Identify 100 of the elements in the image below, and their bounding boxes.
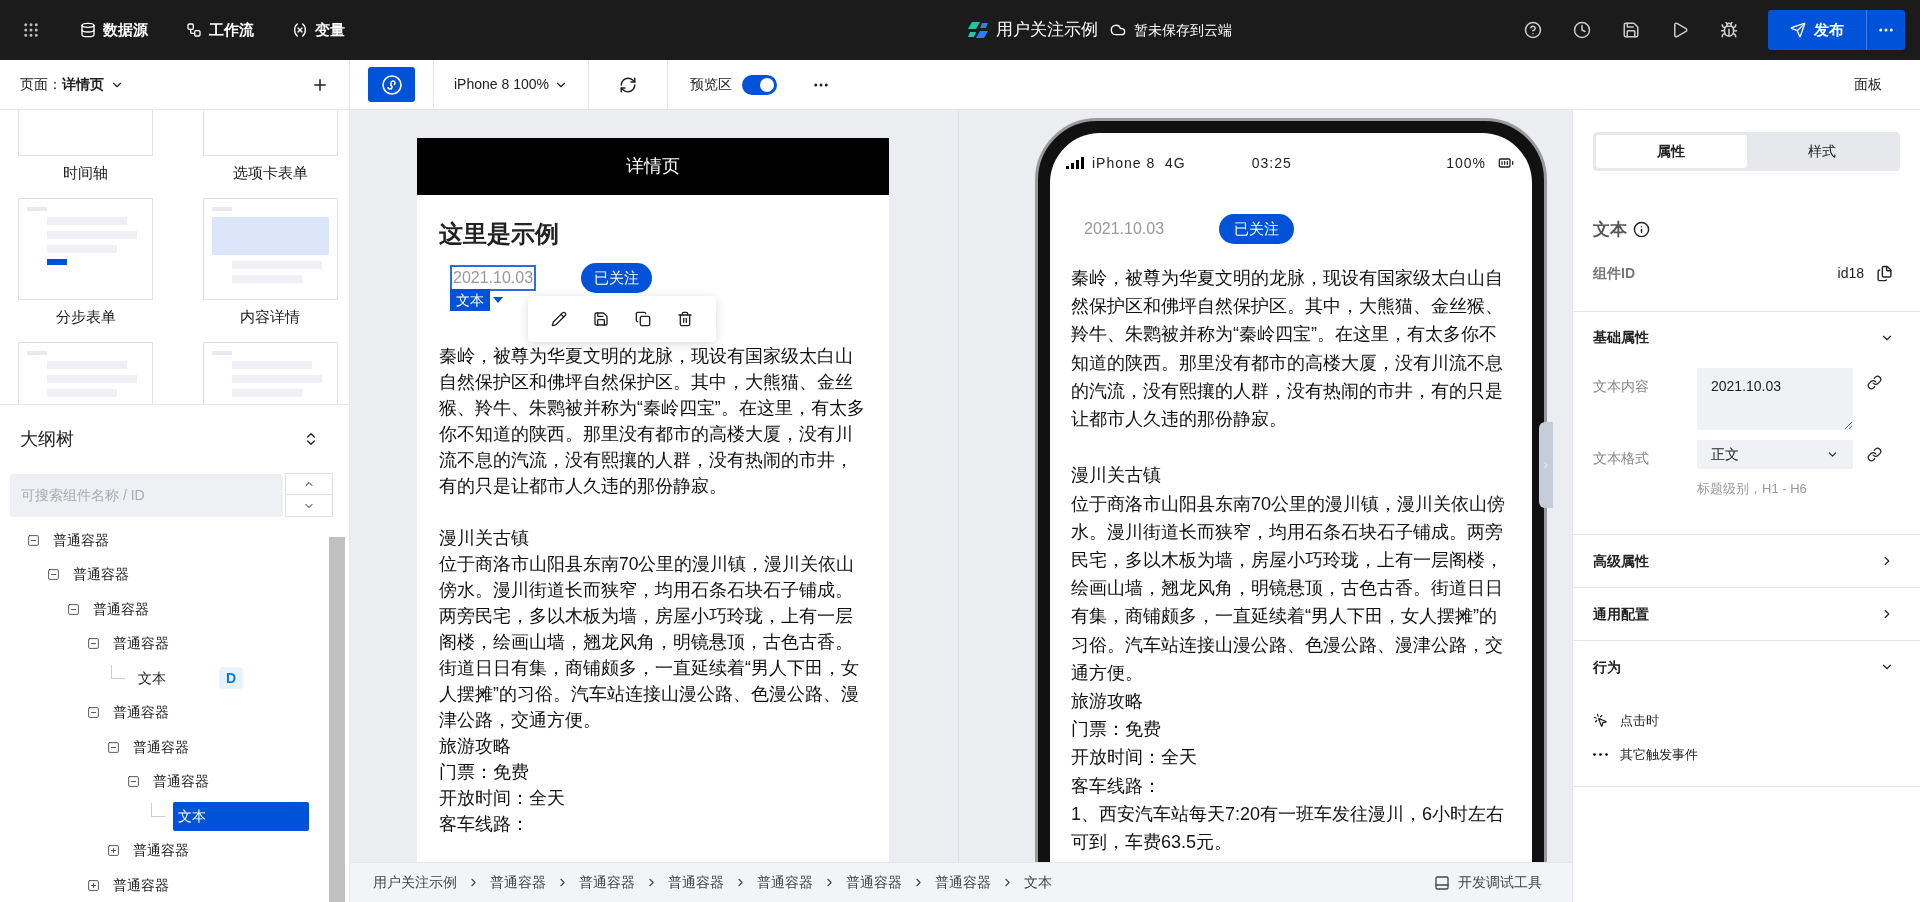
chevron-right-icon (1541, 460, 1551, 470)
section-header[interactable]: 高级属性 (1573, 535, 1920, 587)
breadcrumb-item[interactable]: 普通容器 (757, 872, 813, 893)
follow-button[interactable]: 已关注 (581, 263, 653, 293)
device-selector[interactable]: iPhone 8 100% (434, 74, 588, 95)
top-menu-item[interactable]: 数据源 (80, 18, 148, 42)
copy-icon[interactable] (1876, 265, 1893, 282)
outline-title: 大纲树 (20, 427, 74, 451)
scrollbar[interactable] (329, 537, 345, 902)
template-thumbnail[interactable] (202, 198, 338, 300)
tree-item[interactable]: 普通容器 (108, 698, 174, 728)
cloud-icon (1109, 22, 1126, 38)
apps-grid-icon[interactable] (22, 21, 40, 39)
copy-icon[interactable] (635, 311, 651, 327)
link-icon[interactable] (1867, 374, 1882, 390)
edit-icon[interactable] (551, 311, 567, 327)
caret-icon[interactable] (492, 296, 504, 304)
panel-tab[interactable]: 属性 (1596, 135, 1747, 168)
mini-program-button[interactable] (368, 67, 415, 102)
history-clock-icon[interactable] (1573, 21, 1591, 39)
template-label[interactable]: 内容详情 (240, 300, 300, 342)
body-text: 开放时间：全天 (1071, 746, 1198, 770)
link-icon[interactable] (1867, 446, 1882, 462)
play-icon[interactable] (1671, 21, 1689, 39)
info-icon[interactable] (1633, 221, 1650, 239)
page-header: 详情页 (417, 138, 889, 195)
bug-icon[interactable] (1720, 21, 1738, 39)
follow-button[interactable]: 已关注 (1219, 214, 1295, 244)
section-header[interactable]: 行为 (1573, 641, 1920, 693)
template-label[interactable]: 分步表单 (55, 300, 116, 342)
collapse-icon[interactable] (67, 602, 80, 616)
variable-icon (292, 22, 308, 38)
preview-label: 预览区 (689, 75, 732, 94)
field-hint: 标题级别，H1 - H6 (1697, 479, 1808, 498)
collapse-icon[interactable] (127, 775, 140, 789)
event-item[interactable]: 其它触发事件 (1593, 744, 1900, 764)
signal-icon (1066, 157, 1084, 169)
tree-item[interactable]: 普通容器 (128, 732, 194, 762)
tree-item[interactable]: 普通容器 (68, 560, 134, 590)
tree-item[interactable]: 普通容器 (108, 870, 174, 900)
date-text: 2021.10.03 (1084, 219, 1165, 239)
body-text: 漫川关古镇 (1071, 464, 1162, 488)
panel-tab[interactable]: 样式 (1746, 135, 1897, 168)
page-heading: 这里是示例 (439, 219, 560, 249)
refresh-icon[interactable] (618, 75, 637, 94)
carrier-text: iPhone 8 4G (1092, 153, 1186, 173)
mini-program-icon (380, 73, 403, 96)
expand-icon[interactable] (87, 878, 100, 892)
breadcrumb-item[interactable]: 用户关注示例 (373, 872, 457, 893)
top-menu-item[interactable]: 变量 (292, 18, 345, 42)
delete-icon[interactable] (677, 311, 693, 327)
component-id: id18 (1837, 264, 1864, 283)
body-text: 秦岭，被尊为华夏文明的龙脉，现设有国家级太白山自然保护区和佛坪自然保护区。其中，大熊猫、金丝猴、羚牛、朱鹮被并称为“秦岭四宝”。在这里，有太多你不知道的陕西。那里没有都市的高楼大厦，没有川流不息的汽流，没有熙攘的人群，没有热闹的市井，有的只是让都市人久违的那份静寂。 (1071, 267, 1504, 431)
app-logo-icon (967, 20, 988, 40)
body-text: 秦岭，被尊为华夏文明的龙脉，现设有国家级太白山自然保护区和佛坪自然保护区。其中，大熊猫、金丝猴、羚牛、朱鹮被并称为“秦岭四宝”。在这里，有太多你不知道的陕西。那里没有都市的高楼大厦，没有川流不息的汽流，没有熙攘的人群，没有热闹的市井，有的只是让都市人久违的那份静寂。 (439, 345, 866, 498)
body-text: 门票：免费 (439, 761, 530, 784)
collapse-icon[interactable] (87, 706, 100, 720)
event-item[interactable]: 点击时 (1593, 711, 1900, 731)
tree-item[interactable]: 普通容器 (48, 525, 114, 555)
search-field[interactable]: 可搜索组件名称 / ID (10, 473, 283, 517)
body-text: 位于商洛市山阳县东南70公里的漫川镇，漫川关依山傍水。漫川街道长而狭窄，均用石条石块石子铺成。两旁民宅，多以木板为墙，房屋小巧玲珑，上有一层阁楼，绘画山墙，翘龙风角，明镜悬顶，古色古香。街道日日有集，商铺颇多，一直延续着“男人下田，女人摆摊”的习俗。汽车站连接山漫公路、色漫公路、漫津公路，交通方便。 (439, 553, 860, 732)
selection-tag[interactable]: 文本 (450, 289, 490, 311)
page-selector[interactable]: 页面：详情页 (20, 74, 124, 95)
collapse-icon[interactable] (87, 637, 100, 651)
top-menu-item[interactable]: 工作流 (186, 18, 254, 42)
tree-item[interactable]: 文本 (173, 801, 309, 831)
section-header[interactable]: 通用配置 (1573, 588, 1920, 640)
breadcrumb-item[interactable]: 普通容器 (579, 872, 635, 893)
breadcrumb-item[interactable]: 普通容器 (490, 872, 546, 893)
dev-tools-button[interactable]: 开发调试工具 (1434, 872, 1542, 893)
tree-item[interactable]: 普通容器 (108, 629, 174, 659)
help-icon[interactable] (1524, 21, 1542, 39)
text-content-field[interactable]: 2021.10.03 (1697, 367, 1853, 430)
preview-toggle[interactable] (741, 74, 777, 95)
template-label[interactable]: 选项卡表单 (232, 156, 308, 198)
breadcrumb-item[interactable]: 文本 (1024, 872, 1052, 893)
body-text: 门票：免费 (1071, 718, 1162, 742)
expand-icon[interactable] (107, 844, 120, 858)
tree-item[interactable]: 普通容器 (128, 836, 194, 866)
breadcrumb-item[interactable]: 普通容器 (846, 872, 902, 893)
body-text: 位于商洛市山阳县东南70公里的漫川镇，漫川关依山傍水。漫川街道长而狭窄，均用石条石块石子铺成。两旁民宅，多以木板为墙，房屋小巧玲珑，上有一层阁楼，绘画山墙，翘龙风角，明镜悬顶，古色古香。街道日日有集，商铺颇多，一直延续着“男人下田，女人摆摊”的习俗。汽车站连接山漫公路、色漫公路、漫津公路，交通方便。 (1071, 492, 1507, 685)
panel-icon (1434, 874, 1450, 891)
template-thumbnail[interactable] (18, 198, 153, 300)
collapse-icon[interactable] (27, 533, 40, 547)
panel-collapse-handle[interactable] (1539, 422, 1553, 508)
save-icon[interactable] (593, 311, 609, 327)
field-label: 组件ID (1593, 264, 1635, 283)
format-select[interactable]: 正文 (1697, 439, 1853, 469)
tree-item[interactable]: 文本 (133, 663, 171, 693)
breadcrumb-item[interactable]: 普通容器 (935, 872, 991, 893)
section-header[interactable]: 基础属性 (1573, 311, 1920, 364)
tree-item[interactable]: 普通容器 (148, 767, 214, 797)
body-text: 1、西安汽车站每天7:20有一班车发往漫川，6小时左右可到，车费63.5元。 (1071, 802, 1506, 855)
breadcrumb-item[interactable]: 普通容器 (668, 872, 724, 893)
collapse-icon[interactable] (107, 740, 120, 754)
field-label: 文本内容 (1593, 376, 1650, 396)
panel-label[interactable]: 面板 (1854, 74, 1882, 95)
template-label[interactable]: 时间轴 (63, 156, 108, 198)
collapse-icon[interactable] (47, 568, 60, 582)
tree-item[interactable]: 普通容器 (88, 594, 154, 624)
